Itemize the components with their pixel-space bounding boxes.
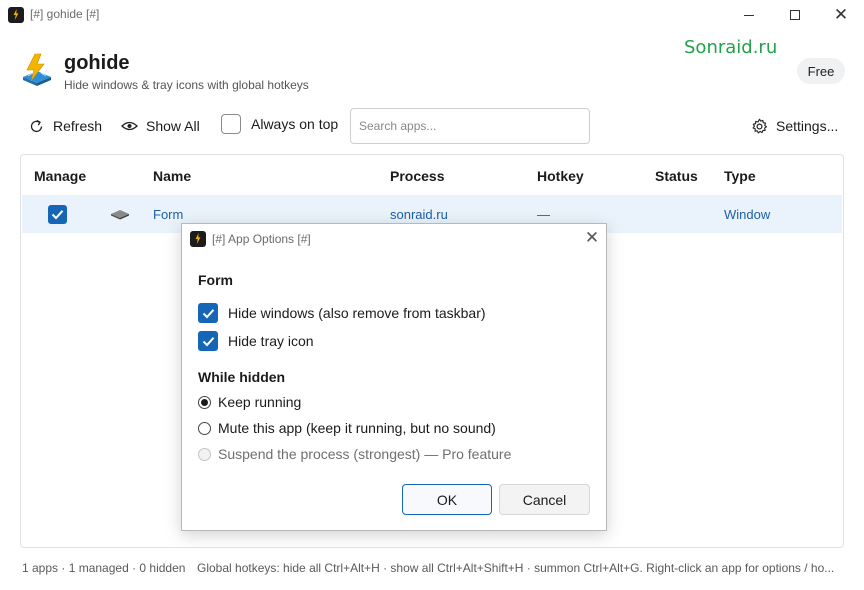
checkmark-icon xyxy=(202,308,214,318)
radio-dot[interactable] xyxy=(198,421,211,435)
close-icon: ✕ xyxy=(584,228,600,247)
show-all-button[interactable]: Show All xyxy=(121,116,200,136)
gohide-logo-icon xyxy=(23,53,51,86)
minimize-button[interactable] xyxy=(726,0,772,30)
type-cell: Window xyxy=(724,207,771,222)
manage-checkbox[interactable] xyxy=(48,205,67,224)
app-subtitle: Hide windows & tray icons with global ho… xyxy=(64,78,309,92)
app-options-dialog: [#] App Options [#] ✕ Form Hide windows … xyxy=(181,223,607,531)
ok-button[interactable]: OK xyxy=(402,484,492,515)
show-all-label: Show All xyxy=(146,118,200,134)
maximize-icon xyxy=(790,10,800,20)
status-summary: 1 apps · 1 managed · 0 hidden xyxy=(22,561,186,575)
eye-icon xyxy=(121,121,138,131)
column-header-process[interactable]: Process xyxy=(390,168,444,184)
column-header-manage[interactable]: Manage xyxy=(34,168,86,184)
dialog-title: [#] App Options [#] xyxy=(212,232,311,246)
hide-tray-icon-checkbox[interactable]: Hide tray icon xyxy=(198,331,314,351)
while-hidden-heading: While hidden xyxy=(198,369,286,385)
refresh-button[interactable]: Refresh xyxy=(28,116,102,136)
dialog-app-name: Form xyxy=(198,272,233,288)
watermark: Sonraid.ru xyxy=(684,37,778,58)
column-header-name[interactable]: Name xyxy=(153,168,191,184)
always-on-top-checkbox[interactable]: Always on top xyxy=(221,114,338,134)
mute-app-radio[interactable]: Mute this app (keep it running, but no s… xyxy=(198,420,496,436)
dialog-close-button[interactable]: ✕ xyxy=(580,226,604,250)
window-app-icon xyxy=(111,210,129,220)
app-name: gohide xyxy=(64,52,130,74)
hotkey-cell: — xyxy=(537,207,550,222)
close-icon: ✕ xyxy=(833,5,849,24)
column-header-type[interactable]: Type xyxy=(724,168,756,184)
hide-tray-icon-label: Hide tray icon xyxy=(228,333,314,349)
keep-running-radio[interactable]: Keep running xyxy=(198,394,301,410)
cancel-button[interactable]: Cancel xyxy=(499,484,590,515)
checkmark-icon xyxy=(202,336,214,346)
radio-dot xyxy=(198,447,211,461)
checkbox-box[interactable] xyxy=(198,303,218,323)
radio-dot[interactable] xyxy=(198,395,211,409)
process-cell: sonraid.ru xyxy=(390,207,448,222)
gear-icon xyxy=(752,118,768,133)
title-bar: [#] gohide [#] ✕ xyxy=(0,0,864,30)
suspend-process-label: Suspend the process (strongest) — Pro fe… xyxy=(218,446,512,462)
dialog-app-icon xyxy=(190,231,206,247)
close-button[interactable]: ✕ xyxy=(818,0,864,30)
app-icon xyxy=(8,7,24,23)
column-header-hotkey[interactable]: Hotkey xyxy=(537,168,584,184)
minimize-icon xyxy=(744,14,754,16)
settings-button[interactable]: Settings... xyxy=(751,116,838,136)
search-input[interactable] xyxy=(350,108,590,144)
window-title: [#] gohide [#] xyxy=(30,7,100,21)
checkmark-icon xyxy=(51,210,64,220)
settings-label: Settings... xyxy=(776,118,839,134)
mute-app-label: Mute this app (keep it running, but no s… xyxy=(218,420,496,436)
refresh-label: Refresh xyxy=(53,118,103,134)
status-hint: Global hotkeys: hide all Ctrl+Alt+H · sh… xyxy=(197,561,835,575)
always-on-top-label: Always on top xyxy=(251,116,339,132)
keep-running-label: Keep running xyxy=(218,394,302,410)
plan-badge: Free xyxy=(797,58,845,84)
checkbox-box[interactable] xyxy=(221,114,241,134)
column-header-status[interactable]: Status xyxy=(655,168,698,184)
checkbox-box[interactable] xyxy=(198,331,218,351)
app-name-cell: Form xyxy=(153,207,184,222)
hide-windows-checkbox[interactable]: Hide windows (also remove from taskbar) xyxy=(198,303,486,323)
refresh-icon xyxy=(30,119,43,132)
suspend-process-radio: Suspend the process (strongest) — Pro fe… xyxy=(198,446,511,462)
maximize-button[interactable] xyxy=(772,0,818,30)
hide-windows-label: Hide windows (also remove from taskbar) xyxy=(228,305,486,321)
